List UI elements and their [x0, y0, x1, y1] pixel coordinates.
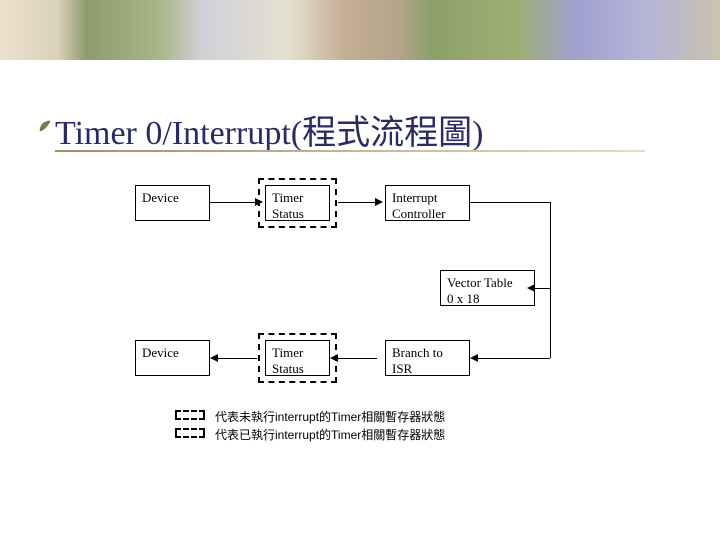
arrow-line [535, 288, 550, 289]
node-label-l2: ISR [392, 361, 412, 376]
decorative-banner [0, 0, 720, 70]
arrow-line [338, 358, 377, 359]
node-label-l1: Branch to [392, 345, 443, 360]
arrow-line [478, 358, 550, 359]
arrow-line [550, 202, 551, 288]
page-title: Timer 0/Interrupt(程式流程圖) [55, 105, 483, 154]
arrow-line [338, 202, 377, 203]
node-label-l1: Vector Table [447, 275, 513, 290]
diagram-canvas: Device Timer Status Interrupt Controller… [0, 170, 720, 530]
arrow-line [550, 288, 551, 358]
arrow-head-left-icon [210, 354, 218, 362]
arrow-head-right-icon [375, 198, 383, 206]
title-underline [55, 150, 645, 152]
legend-text-after: 代表已執行interrupt的Timer相關暫存器狀態 [215, 426, 445, 443]
node-label-l2: 0 x 18 [447, 291, 480, 306]
node-label: Device [142, 345, 179, 360]
node-label-l1: Interrupt [392, 190, 437, 205]
legend-swatch-before [175, 410, 205, 420]
node-branch-isr: Branch to ISR [385, 340, 470, 376]
node-vector-table: Vector Table 0 x 18 [440, 270, 535, 306]
arrow-head-left-icon [527, 284, 535, 292]
arrow-line [470, 202, 550, 203]
node-label: Device [142, 190, 179, 205]
arrow-head-left-icon [470, 354, 478, 362]
arrow-head-right-icon [255, 198, 263, 206]
dashed-overlay-timer-bottom [258, 333, 337, 383]
node-label-l2: Controller [392, 206, 445, 221]
banner-strip [0, 0, 720, 60]
node-device-bottom: Device [135, 340, 210, 376]
node-device-top: Device [135, 185, 210, 221]
arrow-head-left-icon [330, 354, 338, 362]
arrow-line [210, 202, 257, 203]
legend-text-before: 代表未執行interrupt的Timer相關暫存器狀態 [215, 408, 445, 425]
dashed-overlay-timer-top [258, 178, 337, 228]
leaf-bullet-icon [38, 119, 52, 133]
legend-swatch-after [175, 428, 205, 438]
node-interrupt-controller: Interrupt Controller [385, 185, 470, 221]
arrow-line [218, 358, 257, 359]
